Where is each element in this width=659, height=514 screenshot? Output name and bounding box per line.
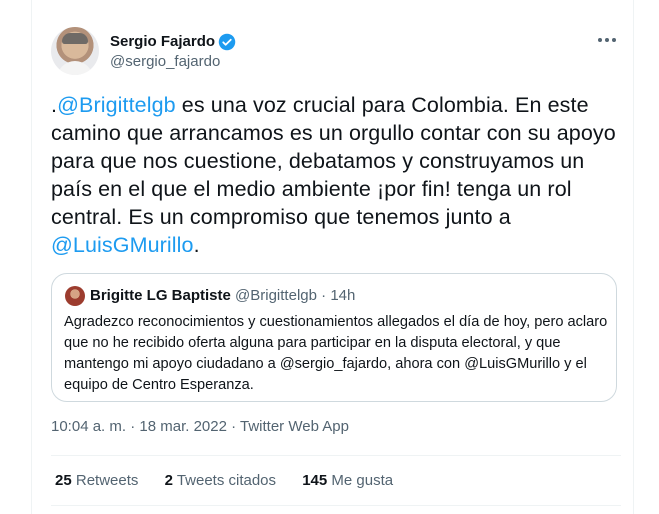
likes-count: 145 (302, 472, 328, 489)
quotes-label: Tweets citados (176, 472, 277, 489)
quoted-time: 14h (330, 287, 356, 304)
quoted-tweet-card[interactable]: Brigitte LG Baptiste @Brigittelgb · 14h … (51, 273, 617, 402)
avatar-shirt (57, 61, 93, 75)
quoted-separator: · (321, 287, 327, 304)
more-options-icon[interactable] (596, 33, 618, 47)
engagement-stats: 25 Retweets 2 Tweets citados 145 Me gust… (55, 472, 415, 489)
divider-bottom (51, 505, 621, 506)
tweet-timestamp[interactable]: 10:04 a. m. · 18 mar. 2022 · Twitter Web… (51, 418, 349, 435)
retweets-count: 25 (55, 472, 72, 489)
mention-luis-link[interactable]: @LuisGMurillo (51, 233, 194, 257)
divider-top (51, 455, 621, 456)
tweet-text: .@Brigittelgb es una voz crucial para Co… (51, 91, 621, 259)
quoted-tweet-header: Brigitte LG Baptiste @Brigittelgb · 14h (90, 287, 355, 304)
mention-brigitte-link[interactable]: @Brigittelgb (57, 93, 176, 117)
quoted-author-handle: @Brigittelgb (235, 287, 317, 304)
author-name[interactable]: Sergio Fajardo (110, 33, 215, 50)
retweets-label: Retweets (75, 472, 139, 489)
quote-tweets-stat[interactable]: 2 Tweets citados (165, 472, 276, 489)
likes-stat[interactable]: 145 Me gusta (302, 472, 393, 489)
retweets-stat[interactable]: 25 Retweets (55, 472, 138, 489)
author-avatar[interactable] (51, 27, 99, 75)
avatar-hair (62, 33, 88, 44)
quoted-tweet-text: Agradezco reconocimientos y cuestionamie… (64, 314, 608, 393)
author-handle[interactable]: @sergio_fajardo (110, 53, 220, 70)
quotes-count: 2 (164, 472, 173, 489)
verified-badge-icon (218, 33, 236, 51)
likes-label: Me gusta (331, 472, 394, 489)
tweet-suffix: . (193, 233, 200, 257)
quoted-author-name: Brigitte LG Baptiste (90, 287, 231, 304)
quoted-author-avatar (65, 286, 85, 306)
